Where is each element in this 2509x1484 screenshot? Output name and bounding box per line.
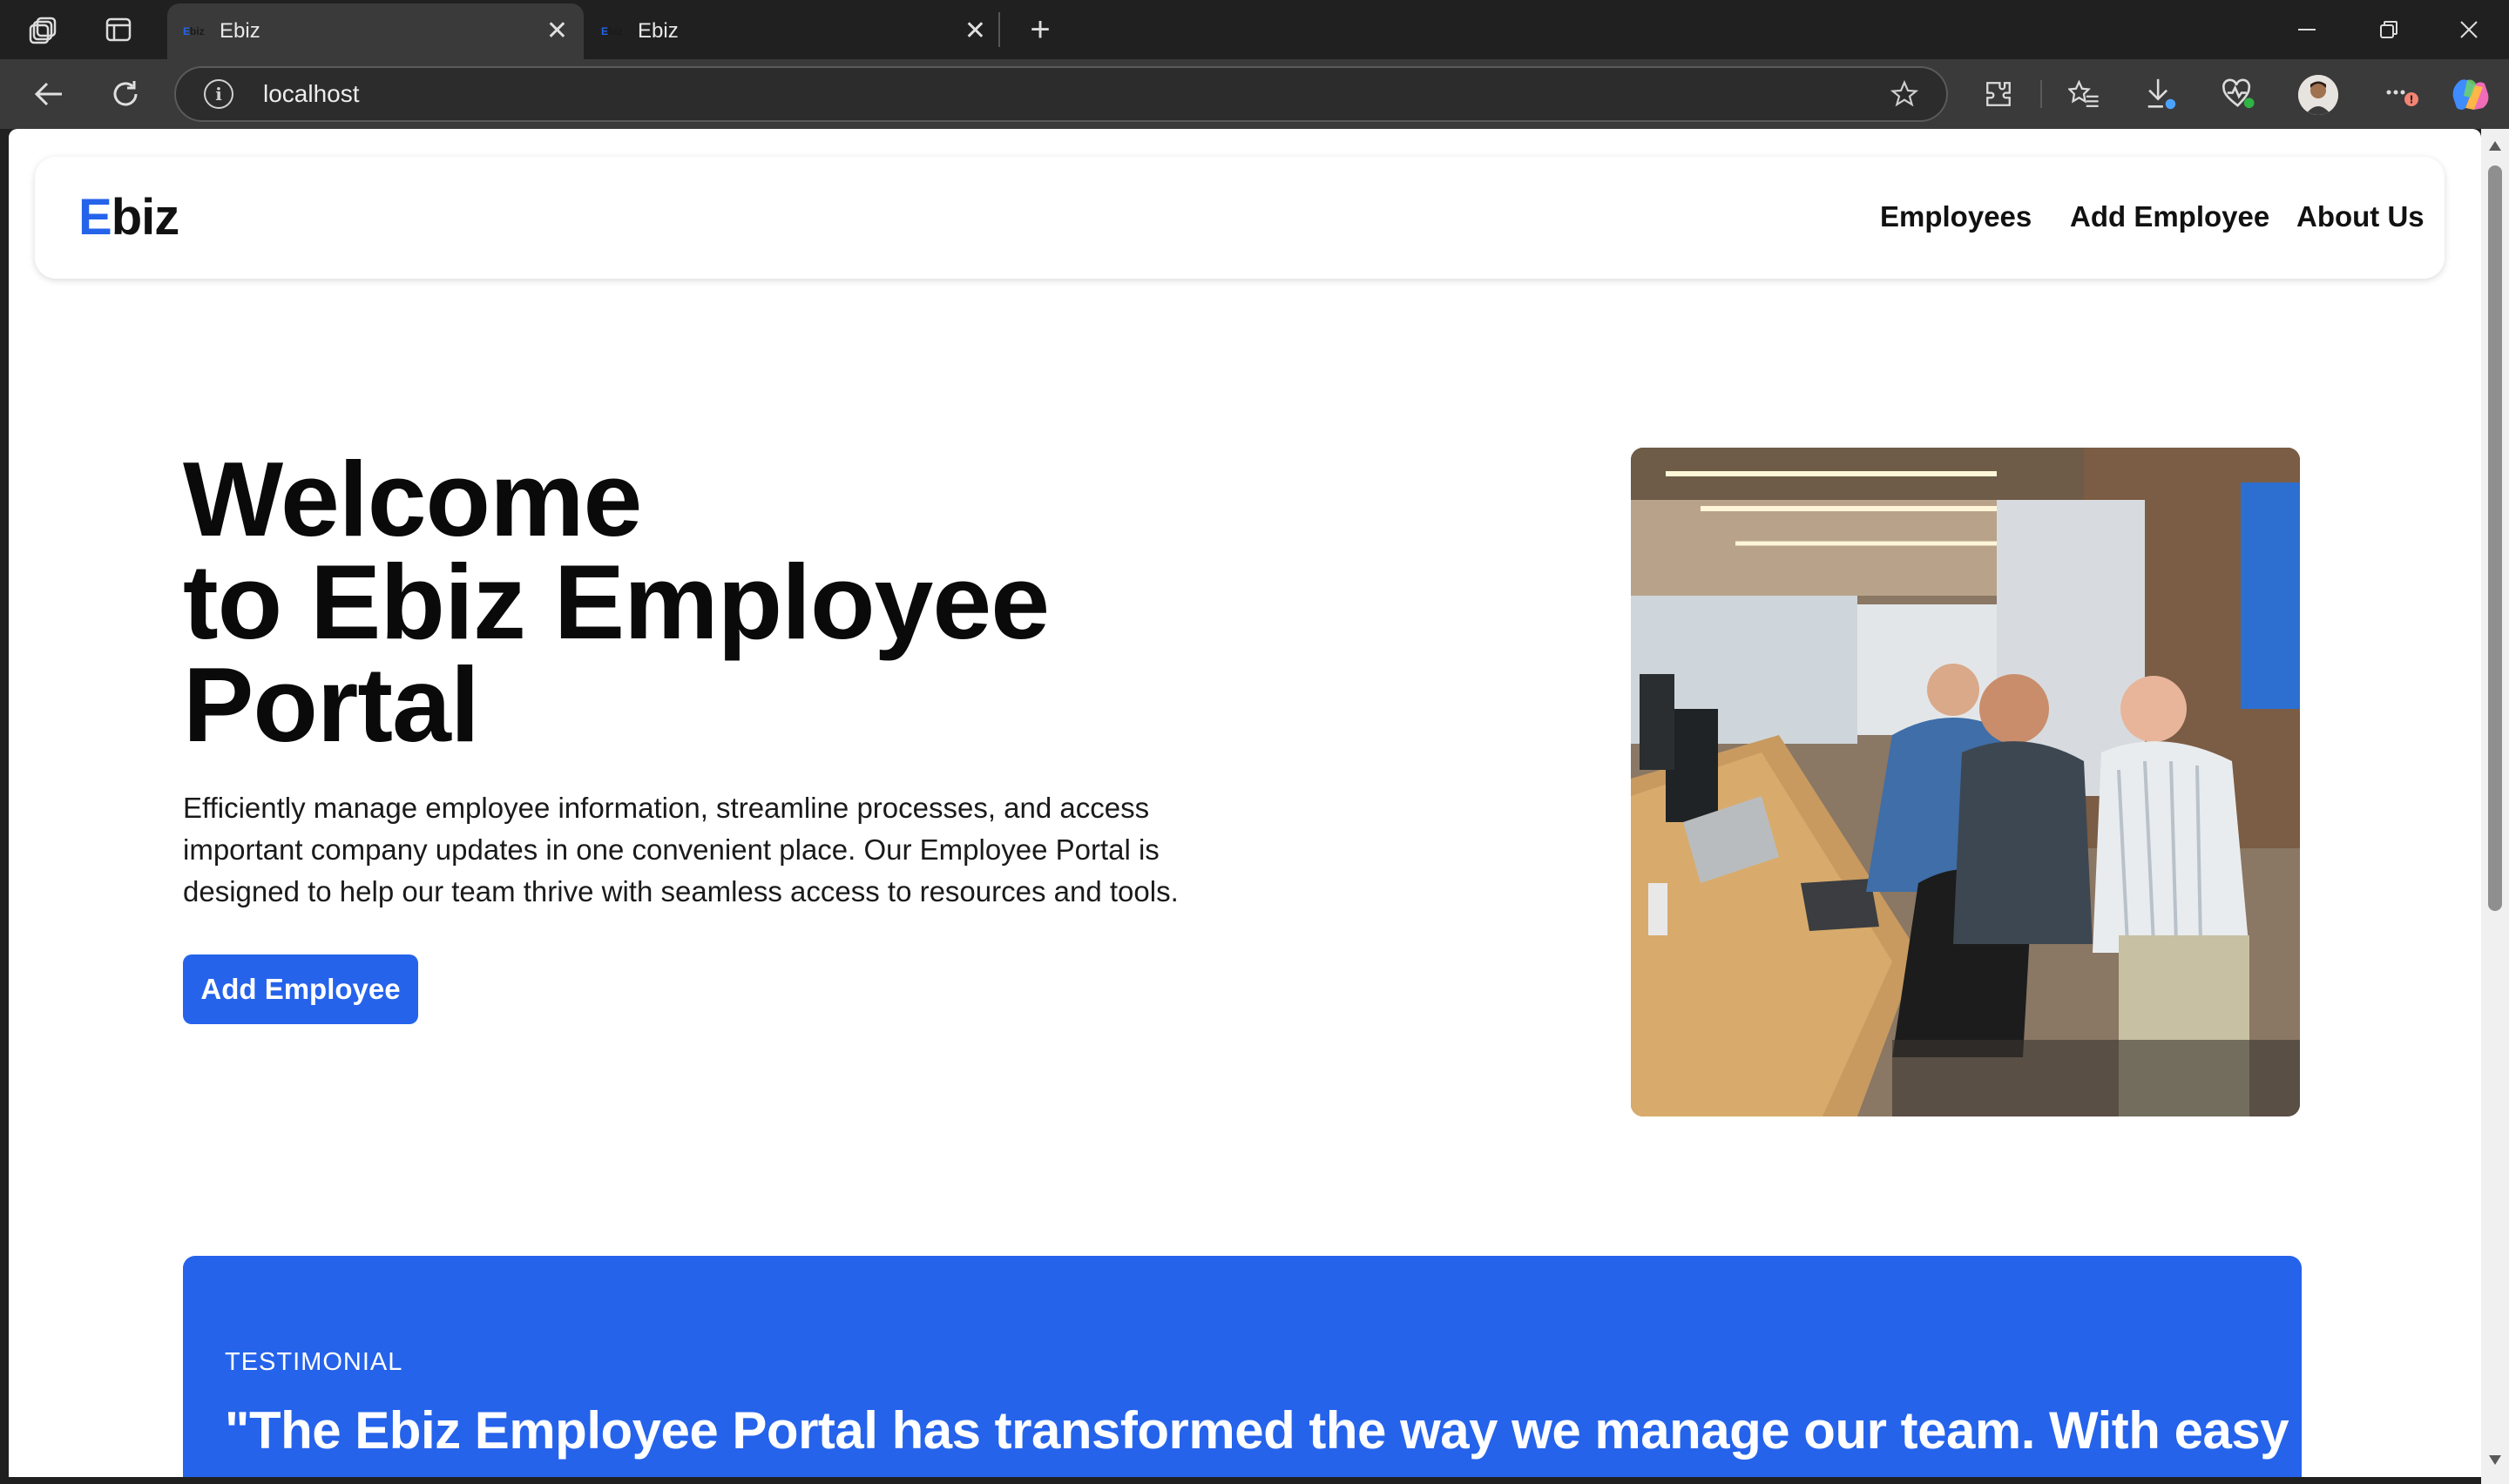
hero-description: Efficiently manage employee information,… <box>183 792 1179 907</box>
site-info-icon[interactable]: i <box>204 79 233 109</box>
hero-title-line: Portal <box>183 645 480 764</box>
ebiz-favicon: Ebiz <box>601 25 623 37</box>
svg-text:!: ! <box>2409 94 2413 106</box>
add-employee-button[interactable]: Add Employee <box>183 954 418 1024</box>
ebiz-favicon: Ebiz <box>183 25 205 37</box>
logo-letter-e: E <box>78 189 112 246</box>
favorite-star-icon[interactable] <box>1885 77 1924 111</box>
toolbar-divider <box>2040 80 2042 108</box>
health-heart-icon[interactable] <box>2218 73 2260 115</box>
scroll-down-icon[interactable] <box>2485 1449 2506 1470</box>
hero-title-line: Welcome <box>183 440 642 558</box>
back-icon[interactable] <box>28 77 70 111</box>
nav-about-us[interactable]: About Us <box>2296 200 2424 233</box>
browser-tab[interactable]: Ebiz Ebiz ✕ <box>585 3 1002 59</box>
testimonial-quote: "The Ebiz Employee Portal has transforme… <box>225 1401 2289 1460</box>
tab-title: Ebiz <box>220 19 260 43</box>
restore-icon[interactable] <box>2370 12 2408 47</box>
hero-title-line: to Ebiz Employee <box>183 543 1050 661</box>
address-bar[interactable]: i localhost <box>174 66 1948 122</box>
close-window-icon[interactable] <box>2450 12 2488 47</box>
favorites-icon[interactable] <box>2063 75 2105 113</box>
page-viewport: Ebiz Employees Add Employee About Us Wel… <box>9 129 2481 1477</box>
tab-title: Ebiz <box>638 19 679 43</box>
logo-text: biz <box>111 189 180 246</box>
downloads-icon[interactable] <box>2140 73 2181 115</box>
browser-tab-active[interactable]: Ebiz Ebiz ✕ <box>167 3 584 59</box>
testimonial-section: TESTIMONIAL "The Ebiz Employee Portal ha… <box>183 1256 2302 1477</box>
site-logo[interactable]: Ebiz <box>78 188 179 246</box>
new-tab-icon[interactable]: + <box>1021 10 1059 49</box>
nav-add-employee[interactable]: Add Employee <box>2070 200 2269 233</box>
nav-employees[interactable]: Employees <box>1880 200 2032 233</box>
close-tab-icon[interactable]: ✕ <box>546 18 568 44</box>
site-navbar: Ebiz Employees Add Employee About Us <box>35 157 2445 279</box>
scroll-up-icon[interactable] <box>2485 136 2506 157</box>
copilot-icon[interactable] <box>2450 75 2492 115</box>
workspaces-icon[interactable] <box>26 12 61 47</box>
profile-avatar[interactable] <box>2298 75 2338 115</box>
refresh-icon[interactable] <box>105 75 146 113</box>
close-tab-icon[interactable]: ✕ <box>964 18 986 44</box>
office-team-photo <box>1631 448 2300 1116</box>
more-options-icon[interactable]: ! <box>2380 75 2425 113</box>
testimonial-kicker: TESTIMONIAL <box>225 1348 403 1376</box>
tab-actions-icon[interactable] <box>101 12 136 47</box>
scrollbar-thumb[interactable] <box>2488 165 2502 911</box>
tab-divider <box>998 12 1000 47</box>
minimize-icon[interactable] <box>2288 12 2326 47</box>
extensions-icon[interactable] <box>1978 75 2019 113</box>
address-url: localhost <box>263 80 360 107</box>
hero-title: Welcome to Ebiz Employee Portal <box>183 440 1228 764</box>
